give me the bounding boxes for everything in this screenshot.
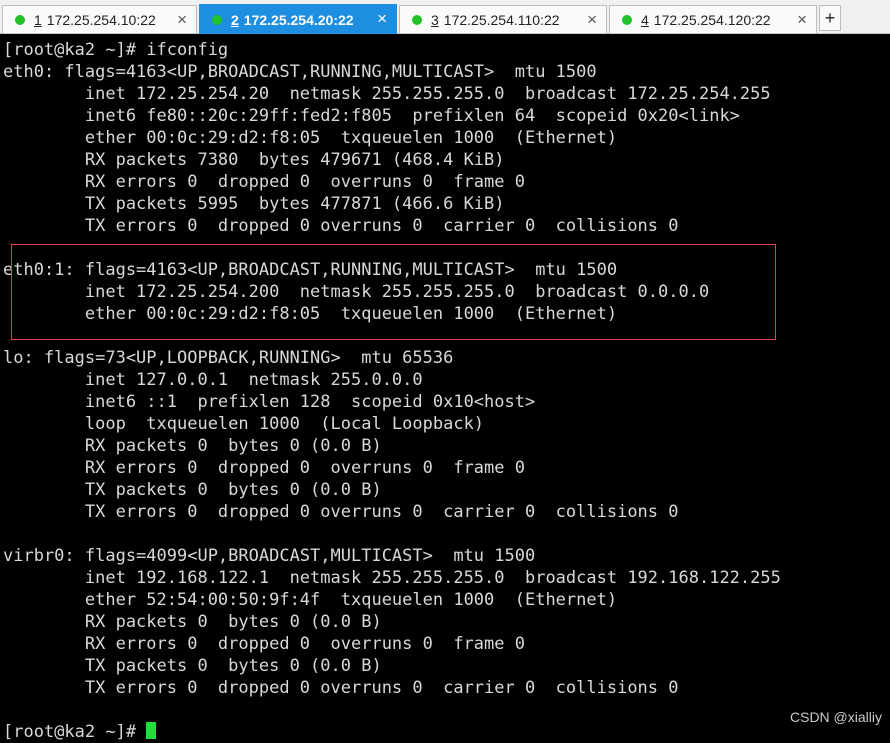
- tab-number: 3: [431, 11, 439, 28]
- close-tab-icon[interactable]: ×: [377, 9, 387, 29]
- terminal-line: TX packets 5995 bytes 477871 (466.6 KiB): [3, 193, 890, 215]
- session-tab-3[interactable]: 3 172.25.254.110:22 ×: [399, 5, 607, 33]
- terminal-line: inet6 ::1 prefixlen 128 scopeid 0x10<hos…: [3, 391, 890, 413]
- terminal-line-text: lo: flags=73<UP,LOOPBACK,RUNNING> mtu 65…: [3, 348, 454, 368]
- terminal-line-text: [root@ka2 ~]#: [3, 722, 147, 742]
- terminal-line-text: inet 192.168.122.1 netmask 255.255.255.0…: [3, 568, 781, 588]
- terminal-line: RX errors 0 dropped 0 overruns 0 frame 0: [3, 457, 890, 479]
- terminal-line-text: loop txqueuelen 1000 (Local Loopback): [3, 414, 485, 434]
- terminal-line: inet 192.168.122.1 netmask 255.255.255.0…: [3, 567, 890, 589]
- terminal-line-text: [root@ka2 ~]# ifconfig: [3, 40, 229, 60]
- terminal-line: TX errors 0 dropped 0 overruns 0 carrier…: [3, 677, 890, 699]
- terminal-line-text: TX errors 0 dropped 0 overruns 0 carrier…: [3, 678, 679, 698]
- watermark: CSDN @xialliy: [790, 709, 882, 725]
- terminal-line-text: virbr0: flags=4099<UP,BROADCAST,MULTICAS…: [3, 546, 536, 566]
- terminal-line-text: RX packets 0 bytes 0 (0.0 B): [3, 612, 382, 632]
- terminal-line: TX packets 0 bytes 0 (0.0 B): [3, 479, 890, 501]
- highlight-box: [11, 244, 776, 340]
- close-tab-icon[interactable]: ×: [177, 10, 187, 30]
- connected-status-icon: [15, 14, 25, 25]
- connected-status-icon: [622, 14, 632, 25]
- terminal-line-text: ether 00:0c:29:d2:f8:05 txqueuelen 1000 …: [3, 128, 618, 148]
- tab-bar: 1 172.25.254.10:22 × 2 172.25.254.20:22 …: [0, 0, 890, 34]
- terminal-line: eth0: flags=4163<UP,BROADCAST,RUNNING,MU…: [3, 61, 890, 83]
- terminal-line-text: inet 127.0.0.1 netmask 255.0.0.0: [3, 370, 423, 390]
- terminal-line: loop txqueuelen 1000 (Local Loopback): [3, 413, 890, 435]
- session-tab-4[interactable]: 4 172.25.254.120:22 ×: [609, 5, 817, 33]
- terminal-line: TX errors 0 dropped 0 overruns 0 carrier…: [3, 215, 890, 237]
- connected-status-icon: [212, 14, 222, 25]
- terminal-line: inet 172.25.254.20 netmask 255.255.255.0…: [3, 83, 890, 105]
- terminal-line: [root@ka2 ~]# ifconfig: [3, 39, 890, 61]
- connected-status-icon: [412, 14, 422, 25]
- session-tab-2[interactable]: 2 172.25.254.20:22 ×: [199, 4, 397, 34]
- terminal-line-text: eth0: flags=4163<UP,BROADCAST,RUNNING,MU…: [3, 62, 597, 82]
- tab-label: 172.25.254.110:22: [443, 11, 560, 28]
- tab-label: 172.25.254.20:22: [243, 11, 354, 28]
- terminal-line-text: RX errors 0 dropped 0 overruns 0 frame 0: [3, 458, 525, 478]
- terminal-line: RX errors 0 dropped 0 overruns 0 frame 0: [3, 633, 890, 655]
- close-tab-icon[interactable]: ×: [587, 10, 597, 30]
- terminal-line: inet 127.0.0.1 netmask 255.0.0.0: [3, 369, 890, 391]
- terminal-output[interactable]: [root@ka2 ~]# ifconfig eth0: flags=4163<U…: [3, 39, 890, 742]
- close-tab-icon[interactable]: ×: [797, 10, 807, 30]
- session-tab-1[interactable]: 1 172.25.254.10:22 ×: [2, 5, 197, 33]
- terminal-line: TX errors 0 dropped 0 overruns 0 carrier…: [3, 501, 890, 523]
- terminal-line: virbr0: flags=4099<UP,BROADCAST,MULTICAS…: [3, 545, 890, 567]
- terminal-line-text: RX packets 0 bytes 0 (0.0 B): [3, 436, 382, 456]
- terminal-line-text: TX errors 0 dropped 0 overruns 0 carrier…: [3, 216, 679, 236]
- terminal-line-text: TX packets 0 bytes 0 (0.0 B): [3, 656, 382, 676]
- terminal-line-text: RX errors 0 dropped 0 overruns 0 frame 0: [3, 634, 525, 654]
- tab-number: 1: [34, 11, 42, 28]
- terminal-line-text: inet6 ::1 prefixlen 128 scopeid 0x10<hos…: [3, 392, 536, 412]
- terminal-line: TX packets 0 bytes 0 (0.0 B): [3, 655, 890, 677]
- terminal-line: RX packets 7380 bytes 479671 (468.4 KiB): [3, 149, 890, 171]
- terminal-line: [root@ka2 ~]#: [3, 721, 890, 743]
- terminal-line-text: RX errors 0 dropped 0 overruns 0 frame 0: [3, 172, 525, 192]
- terminal-line-text: inet6 fe80::20c:29ff:fed2:f805 prefixlen…: [3, 106, 740, 126]
- terminal-line: inet6 fe80::20c:29ff:fed2:f805 prefixlen…: [3, 105, 890, 127]
- terminal-line-text: ether 52:54:00:50:9f:4f txqueuelen 1000 …: [3, 590, 618, 610]
- terminal-line-text: RX packets 7380 bytes 479671 (468.4 KiB): [3, 150, 505, 170]
- tab-label: 172.25.254.10:22: [46, 11, 156, 28]
- terminal-line-text: inet 172.25.254.20 netmask 255.255.255.0…: [3, 84, 771, 104]
- terminal-line: lo: flags=73<UP,LOOPBACK,RUNNING> mtu 65…: [3, 347, 890, 369]
- terminal-line: RX packets 0 bytes 0 (0.0 B): [3, 611, 890, 633]
- terminal-line-text: TX packets 0 bytes 0 (0.0 B): [3, 480, 382, 500]
- new-tab-button[interactable]: +: [819, 5, 841, 31]
- cursor-block: [146, 722, 157, 739]
- terminal-line: ether 00:0c:29:d2:f8:05 txqueuelen 1000 …: [3, 127, 890, 149]
- tab-number: 4: [641, 11, 649, 28]
- terminal-line: RX errors 0 dropped 0 overruns 0 frame 0: [3, 171, 890, 193]
- terminal-line-text: TX errors 0 dropped 0 overruns 0 carrier…: [3, 502, 679, 522]
- tab-label: 172.25.254.120:22: [653, 11, 771, 28]
- terminal-line: RX packets 0 bytes 0 (0.0 B): [3, 435, 890, 457]
- terminal-line: ether 52:54:00:50:9f:4f txqueuelen 1000 …: [3, 589, 890, 611]
- terminal-line-text: TX packets 5995 bytes 477871 (466.6 KiB): [3, 194, 505, 214]
- tab-number: 2: [231, 11, 239, 28]
